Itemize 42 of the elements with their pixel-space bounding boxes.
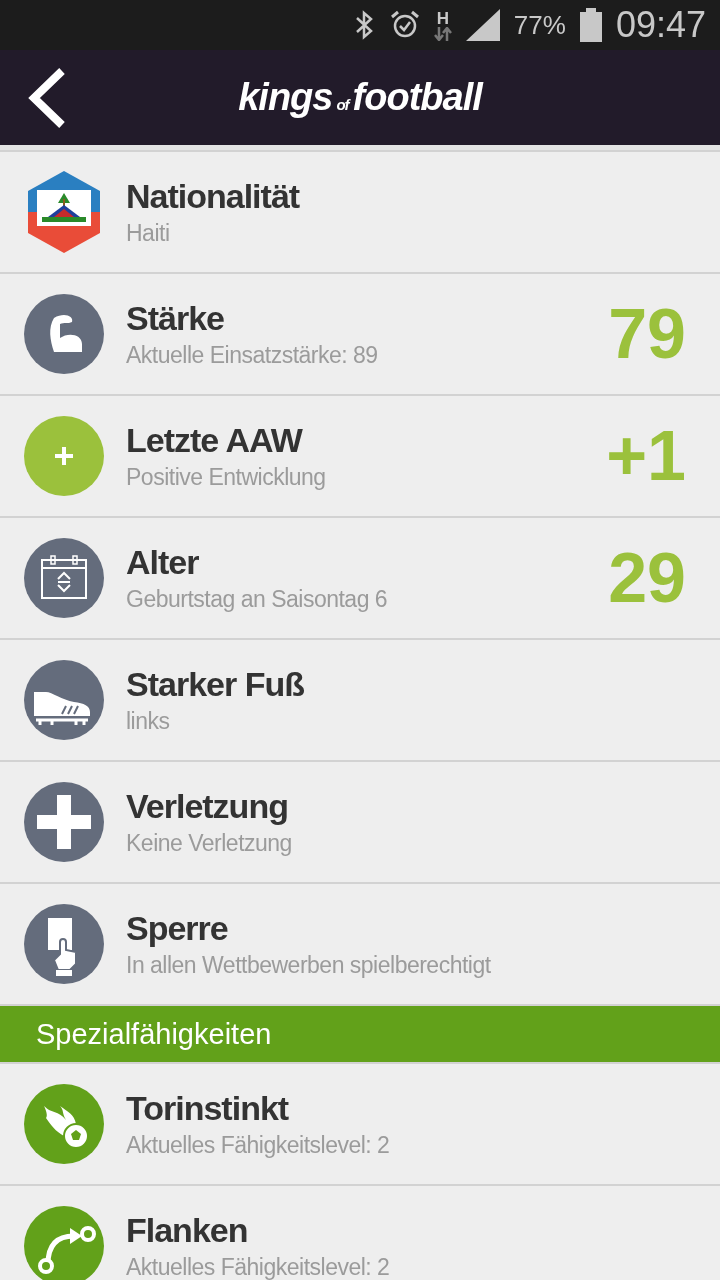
flag-icon <box>28 171 100 253</box>
row-subtitle: Geburtstag an Saisontag 6 <box>126 586 389 613</box>
fireball-icon <box>24 1084 104 1164</box>
row-subtitle: Aktuelle Einsatzstärke: 89 <box>126 342 379 369</box>
row-title: Letzte AAW <box>126 421 304 460</box>
stat-value: 79 <box>608 294 687 374</box>
stat-value: +1 <box>606 416 687 496</box>
battery-icon <box>579 8 602 42</box>
network-type: H <box>436 9 449 27</box>
row-subtitle: Keine Verletzung <box>126 830 293 857</box>
row-subtitle: In allen Wettbewerben spielberechtigt <box>126 952 492 979</box>
alarm-icon <box>389 10 420 40</box>
row-subtitle: Aktuelles Fähigkeitslevel: 2 <box>126 1254 391 1280</box>
row-title: Stärke <box>126 299 225 338</box>
row-subtitle: Positive Entwicklung <box>126 464 327 491</box>
row-subtitle: links <box>126 708 171 735</box>
shoe-icon <box>24 660 104 740</box>
row-title: Sperre <box>126 909 229 948</box>
calendar-icon <box>24 538 104 618</box>
plus-icon <box>24 416 104 496</box>
row-subtitle: Aktuelles Fähigkeitslevel: 2 <box>126 1132 391 1159</box>
clock: 09:47 <box>615 4 706 46</box>
logo-text: kings <box>238 76 333 118</box>
row-title: Nationalität <box>126 177 301 216</box>
muscle-icon <box>24 294 104 374</box>
row-title: Verletzung <box>126 787 289 826</box>
row-title: Starker Fuß <box>126 665 305 704</box>
row-subtitle: Haiti <box>126 220 171 247</box>
row-title: Torinstinkt <box>126 1089 290 1128</box>
hand-card-icon <box>24 904 104 984</box>
signal-icon <box>465 9 500 41</box>
cross-icon <box>24 782 104 862</box>
row-title: Flanken <box>126 1211 249 1250</box>
back-button[interactable] <box>26 67 66 128</box>
curved-arrow-icon <box>24 1206 104 1280</box>
logo-text: football <box>352 76 482 118</box>
data-arrows-icon <box>433 26 452 41</box>
battery-percent: 77% <box>513 9 566 41</box>
section-header: Spezialfähigkeiten <box>0 1004 720 1062</box>
row-title: Alter <box>126 543 200 582</box>
stat-value: 29 <box>608 538 687 618</box>
logo-text: of <box>336 96 349 113</box>
